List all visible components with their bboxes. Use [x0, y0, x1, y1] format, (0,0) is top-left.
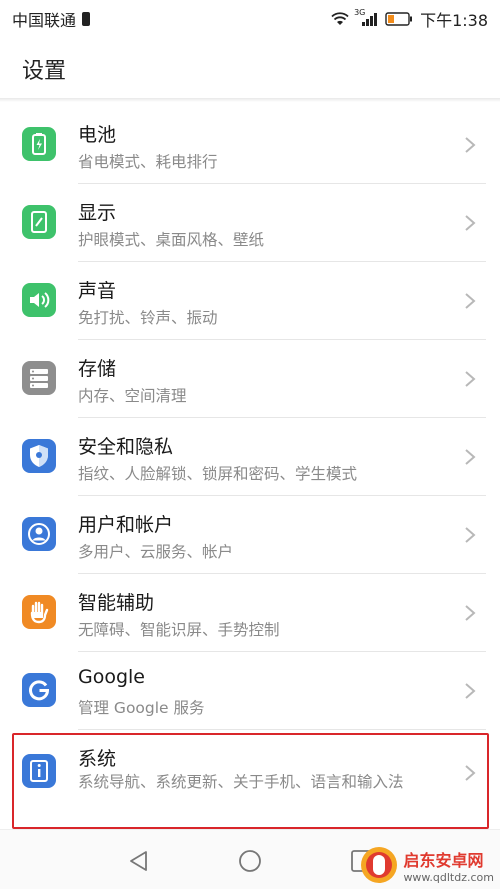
watermark-text: 启东安卓网 www.qdltdz.com [403, 847, 494, 884]
settings-item-battery[interactable]: 电池 省电模式、耗电排行 [0, 106, 500, 184]
chevron-right-icon [464, 136, 476, 154]
settings-item-subtitle: 省电模式、耗电排行 [78, 153, 218, 171]
settings-item-title: 用户和帐户 [78, 514, 174, 536]
settings-item-system[interactable]: 系统 系统导航、系统更新、关于手机、语言和输入法 [0, 730, 500, 814]
settings-item-subtitle: 护眼模式、桌面风格、壁纸 [78, 231, 265, 249]
settings-item-subtitle: 免打扰、铃声、振动 [78, 309, 218, 327]
header-shadow [0, 98, 500, 102]
status-time: 下午1:38 [420, 11, 488, 30]
settings-item-google[interactable]: Google 管理 Google 服务 [0, 652, 500, 730]
settings-item-subtitle: 无障碍、智能识屏、手势控制 [78, 621, 280, 639]
settings-item-subtitle: 系统导航、系统更新、关于手机、语言和输入法 [78, 773, 404, 791]
settings-item-smart-assistance[interactable]: 智能辅助 无障碍、智能识屏、手势控制 [0, 574, 500, 652]
settings-item-subtitle: 内存、空间清理 [78, 387, 187, 405]
battery-level-icon [385, 12, 413, 26]
sim-card-icon [82, 12, 91, 26]
signal-group: 3G [354, 8, 378, 26]
settings-item-title: 电池 [78, 124, 117, 146]
shield-icon [22, 439, 56, 473]
info-icon [22, 754, 56, 788]
back-icon[interactable] [126, 848, 152, 874]
watermark-logo-icon [361, 847, 398, 883]
chevron-right-icon [464, 682, 476, 700]
chevron-right-icon [464, 764, 476, 782]
watermark-url: www.qdltdz.com [403, 870, 494, 884]
status-left: 中国联通 [12, 7, 91, 31]
chevron-right-icon [464, 292, 476, 310]
settings-item-title: 存储 [78, 358, 117, 380]
storage-icon [22, 361, 56, 395]
wifi-icon [331, 12, 349, 25]
hand-icon [22, 595, 56, 629]
chevron-right-icon [464, 448, 476, 466]
user-icon [22, 517, 56, 551]
home-icon[interactable] [237, 848, 263, 874]
settings-item-sound[interactable]: 声音 免打扰、铃声、振动 [0, 262, 500, 340]
settings-item-subtitle: 多用户、云服务、帐户 [78, 543, 234, 561]
settings-item-users-accounts[interactable]: 用户和帐户 多用户、云服务、帐户 [0, 496, 500, 574]
settings-item-title: 智能辅助 [78, 592, 155, 614]
settings-item-title: 声音 [78, 280, 117, 302]
google-icon [22, 673, 56, 707]
settings-item-title: 显示 [78, 202, 117, 224]
settings-item-title: 安全和隐私 [78, 436, 174, 458]
chevron-right-icon [464, 604, 476, 622]
watermark-name: 启东安卓网 [403, 850, 484, 870]
app-header: 设置 [0, 34, 500, 98]
chevron-right-icon [464, 214, 476, 232]
settings-item-storage[interactable]: 存储 内存、空间清理 [0, 340, 500, 418]
status-right: 3G 下午1:38 [331, 7, 488, 31]
chevron-right-icon [464, 526, 476, 544]
status-bar: 中国联通 3G 下午1:38 [0, 0, 500, 34]
display-icon [22, 205, 56, 239]
settings-item-subtitle: 管理 Google 服务 [78, 699, 205, 717]
settings-item-title: Google [78, 666, 146, 688]
network-type-label: 3G [354, 8, 366, 17]
settings-item-title: 系统 [78, 748, 117, 770]
settings-item-subtitle: 指纹、人脸解锁、锁屏和密码、学生模式 [78, 465, 358, 483]
settings-item-security-privacy[interactable]: 安全和隐私 指纹、人脸解锁、锁屏和密码、学生模式 [0, 418, 500, 496]
settings-item-display[interactable]: 显示 护眼模式、桌面风格、壁纸 [0, 184, 500, 262]
carrier-name: 中国联通 [12, 11, 77, 30]
page-title: 设置 [22, 59, 67, 84]
chevron-right-icon [464, 370, 476, 388]
watermark: 启东安卓网 www.qdltdz.com [359, 845, 494, 885]
battery-icon [22, 127, 56, 161]
speaker-icon [22, 283, 56, 317]
settings-list: 电池 省电模式、耗电排行 显示 护眼模式、桌面风格、壁纸 声音 免打扰、铃声、振… [0, 106, 500, 814]
